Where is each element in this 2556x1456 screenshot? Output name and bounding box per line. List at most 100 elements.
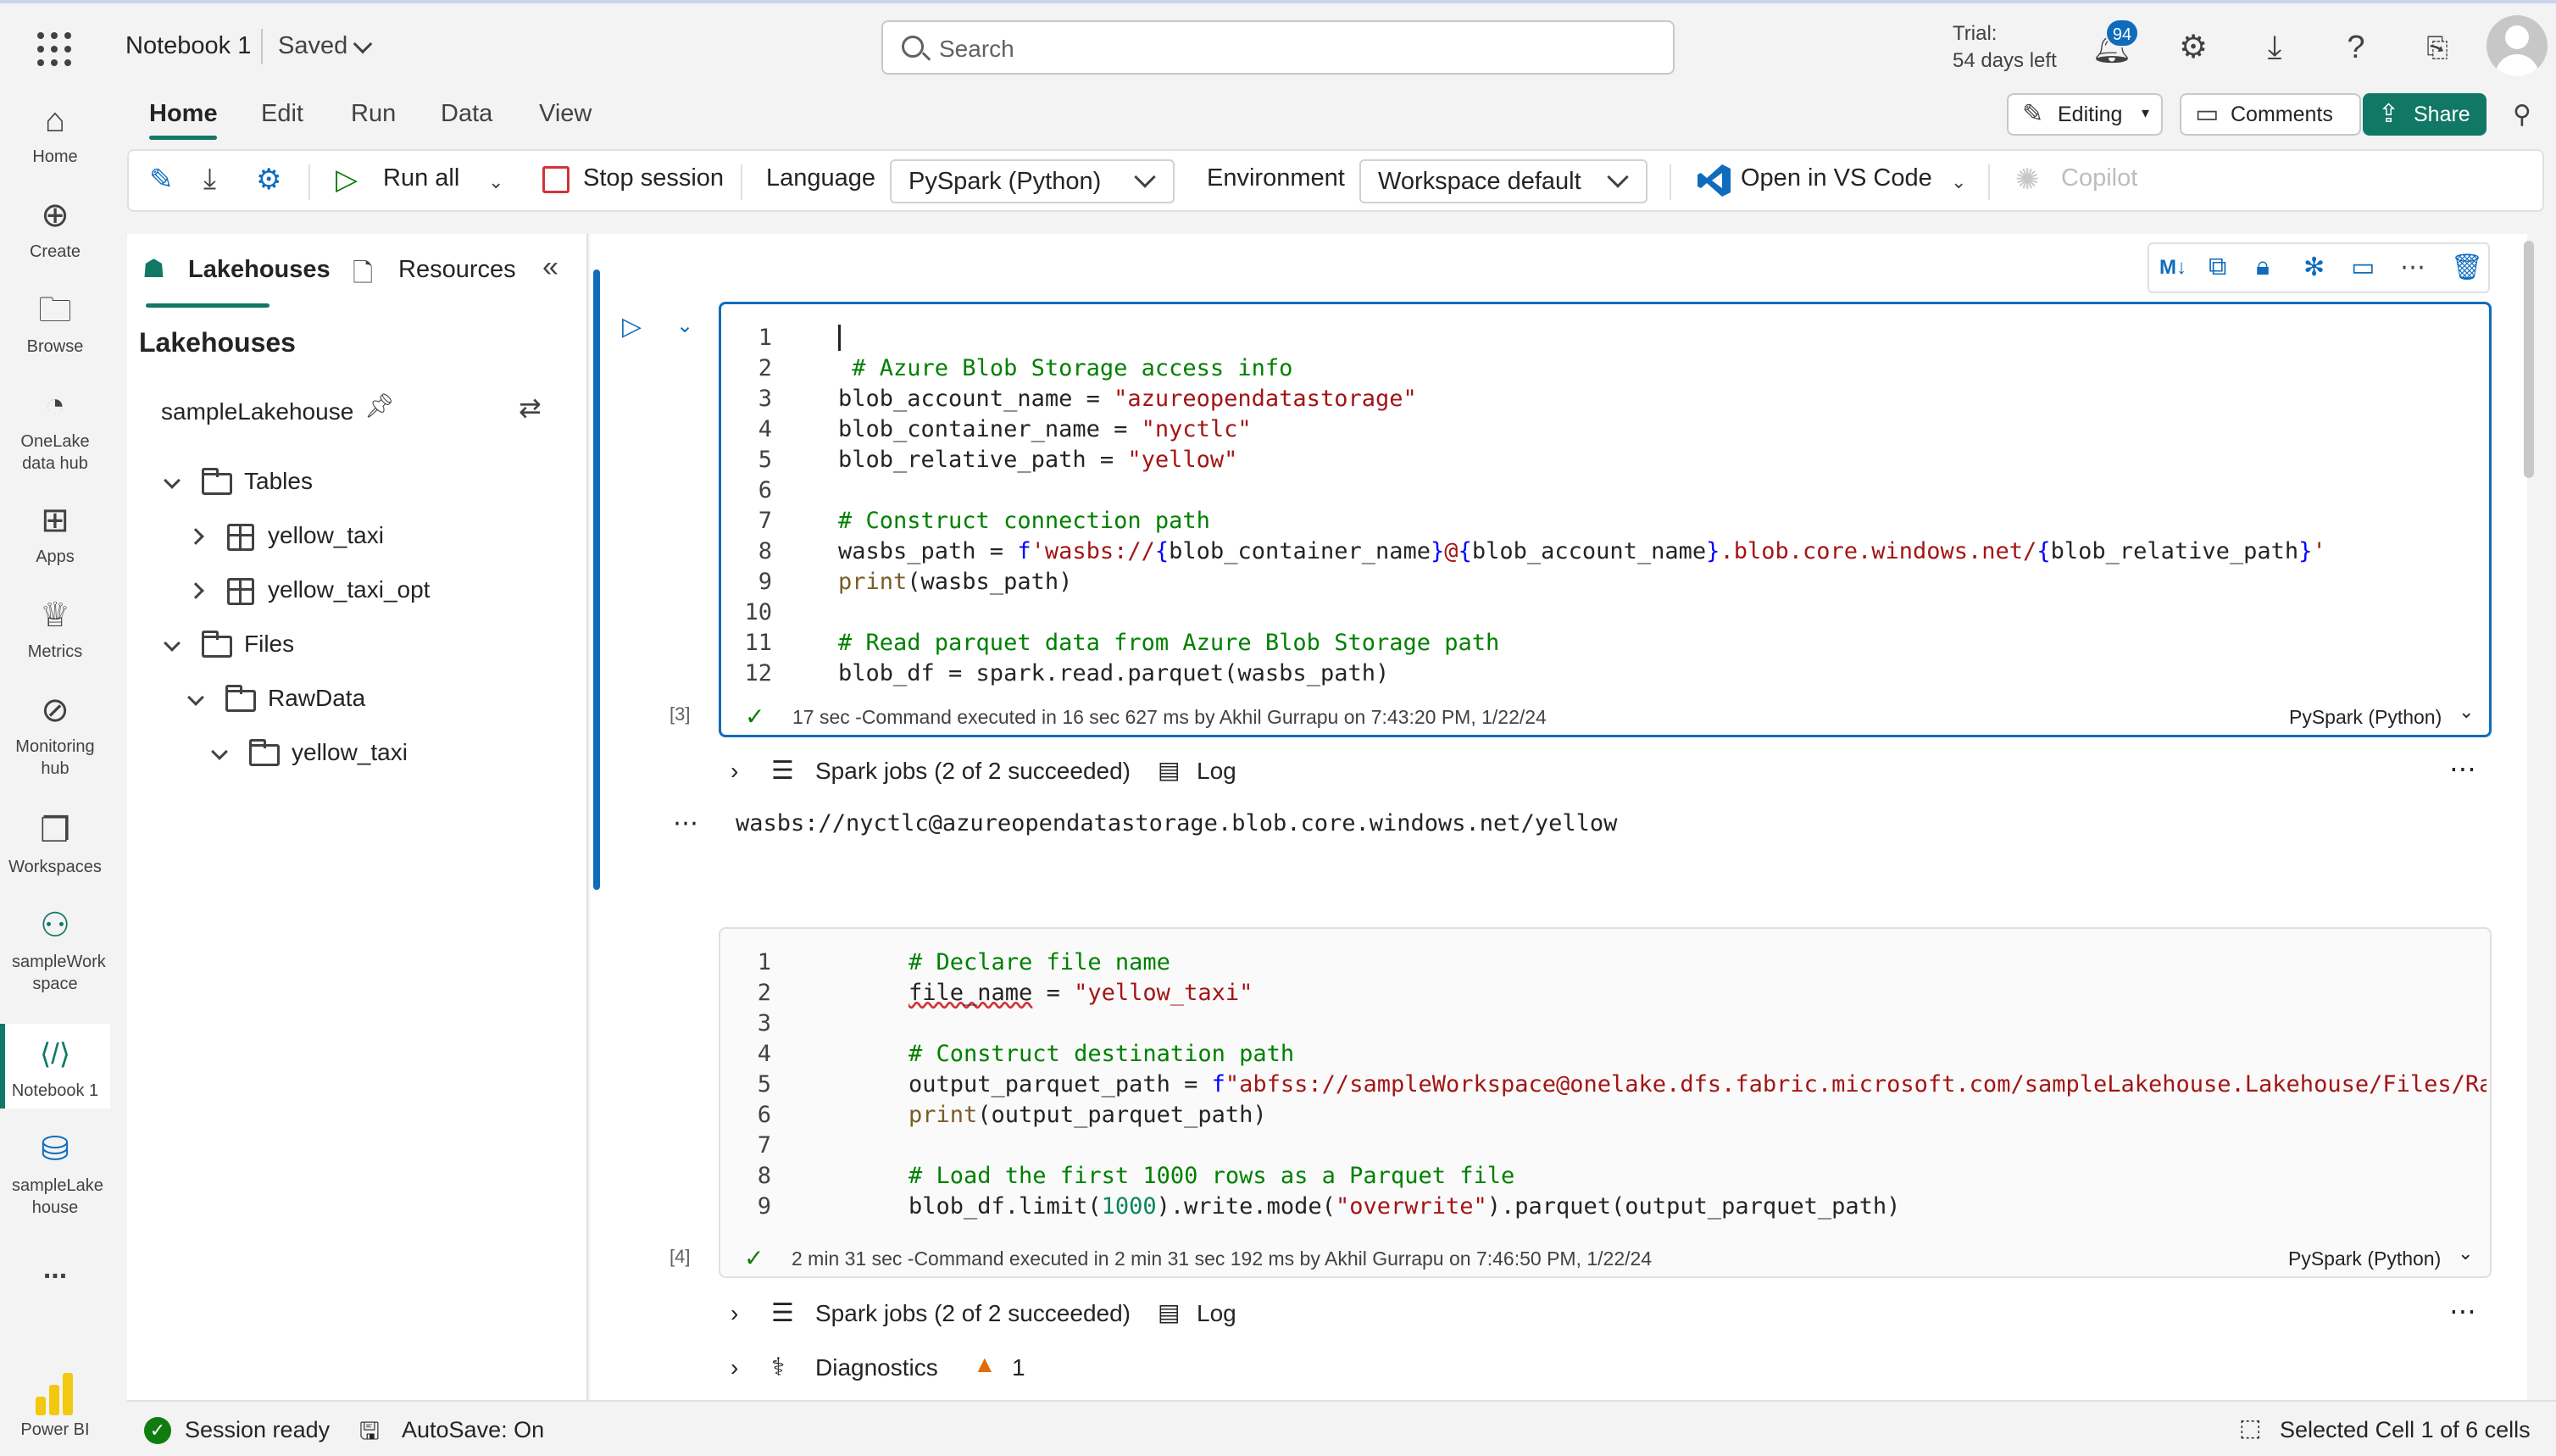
chevron-right-icon[interactable]: › bbox=[731, 1354, 738, 1381]
chevron-right-icon[interactable]: › bbox=[731, 1300, 738, 1327]
code-editor[interactable]: # Declare file name file_name = "yellow_… bbox=[908, 948, 2487, 1222]
stop-session-button[interactable]: Stop session bbox=[583, 164, 724, 192]
code-cell-1[interactable]: 1 2 3 4 5 6 7 8 9 10 11 12 # Azure Blob Storage acc… bbox=[719, 302, 2492, 737]
tab-run[interactable]: Run bbox=[351, 100, 396, 128]
nav-label: OneLake data hub bbox=[20, 432, 90, 473]
copilot-icon: ✺ bbox=[2015, 164, 2040, 196]
add-comment-icon[interactable]: ▭ bbox=[2351, 253, 2375, 282]
chevron-down-icon[interactable]: ⌄ bbox=[488, 171, 503, 193]
edit-cell-icon[interactable]: ⧉ bbox=[2209, 253, 2226, 281]
tree-files[interactable]: Files bbox=[244, 631, 294, 658]
freeze-icon[interactable]: ✻ bbox=[2303, 253, 2325, 282]
download-icon[interactable]: ⤓ bbox=[203, 163, 216, 196]
nav-browse[interactable]: 🗀︎ Browse bbox=[0, 290, 110, 358]
selected-cell-status: Selected Cell 1 of 6 cells bbox=[2280, 1417, 2531, 1442]
open-vscode-button[interactable]: Open in VS Code bbox=[1741, 164, 1932, 192]
help-icon[interactable]: ? bbox=[2336, 27, 2376, 68]
lakehouse-name[interactable]: sampleLakehouse bbox=[161, 398, 353, 425]
copilot-people-icon[interactable]: ⚲ bbox=[2505, 95, 2539, 136]
pin-icon[interactable]: 📌︎ bbox=[364, 392, 395, 420]
save-state[interactable]: Saved bbox=[278, 32, 347, 60]
avatar[interactable] bbox=[2487, 15, 2548, 76]
chevron-down-icon[interactable]: ⌄ bbox=[2459, 701, 2474, 723]
log-button[interactable]: Log bbox=[1197, 1300, 1236, 1327]
chevron-down-icon[interactable] bbox=[211, 743, 228, 760]
run-cell-icon[interactable]: ▷ bbox=[622, 312, 642, 342]
chevron-right-icon[interactable] bbox=[187, 582, 204, 599]
language-select[interactable]: PySpark (Python) bbox=[890, 159, 1175, 203]
swap-icon[interactable]: ⇄ bbox=[519, 392, 542, 424]
spark-jobs-toggle[interactable]: Spark jobs (2 of 2 succeeded) bbox=[815, 758, 1131, 785]
tree-yellow-taxi-folder[interactable]: yellow_taxi bbox=[292, 739, 408, 766]
app-launcher-icon[interactable] bbox=[37, 32, 71, 66]
delete-icon[interactable]: 🗑︎ bbox=[2451, 253, 2483, 282]
more-icon[interactable]: ⋯ bbox=[2449, 1295, 2476, 1327]
more-icon[interactable]: ⋯ bbox=[2400, 253, 2425, 282]
copilot-button[interactable]: Copilot bbox=[2061, 164, 2137, 192]
run-all-button[interactable]: Run all bbox=[383, 164, 459, 192]
nav-more[interactable]: ... bbox=[0, 1254, 110, 1283]
tab-view[interactable]: View bbox=[539, 100, 592, 128]
gear-icon[interactable]: ⚙ bbox=[256, 163, 281, 197]
download-icon[interactable]: ⤓ bbox=[2254, 27, 2295, 68]
spark-jobs-toggle[interactable]: Spark jobs (2 of 2 succeeded) bbox=[815, 1300, 1131, 1327]
log-button[interactable]: Log bbox=[1197, 758, 1236, 785]
autosave-status[interactable]: AutoSave: On bbox=[402, 1417, 544, 1443]
chevron-down-icon[interactable]: ⌄ bbox=[1951, 171, 1966, 193]
nav-apps[interactable]: ⊞ Apps bbox=[0, 500, 110, 568]
nav-sample-workspace[interactable]: ⚇ sampleWork space bbox=[0, 905, 110, 995]
notebook-title[interactable]: Notebook 1 bbox=[125, 32, 251, 60]
tab-home[interactable]: Home bbox=[149, 100, 218, 128]
comments-button[interactable]: ▭ Comments bbox=[2180, 93, 2361, 136]
log-icon: ▤ bbox=[1158, 1299, 1181, 1325]
play-icon[interactable]: ▷ bbox=[336, 163, 358, 197]
code-cell-2[interactable]: 123456789 # Declare file name file_name … bbox=[719, 927, 2492, 1278]
diagnostics-toggle[interactable]: Diagnostics bbox=[815, 1354, 938, 1381]
nav-workspaces[interactable]: ❐ Workspaces bbox=[0, 810, 110, 878]
nav-monitoring[interactable]: ⊘ Monitoring hub bbox=[0, 690, 110, 780]
tab-lakehouses[interactable]: Lakehouses bbox=[188, 256, 331, 284]
editing-button[interactable]: ✎ Editing ▾ bbox=[2007, 93, 2163, 136]
chevron-down-icon: ▾ bbox=[2141, 104, 2149, 121]
chevron-down-icon[interactable] bbox=[187, 689, 204, 706]
markdown-toggle-icon[interactable]: M↓ bbox=[2159, 256, 2186, 280]
environment-label: Environment bbox=[1207, 164, 1345, 192]
tab-edit[interactable]: Edit bbox=[261, 100, 303, 128]
chevron-right-icon[interactable] bbox=[187, 528, 204, 545]
gear-icon[interactable]: ⚙ bbox=[2173, 27, 2214, 68]
lock-icon[interactable]: 🔒︎ bbox=[2256, 253, 2270, 281]
nav-notebook[interactable]: ⟨/⟩ Notebook 1 bbox=[0, 1024, 110, 1109]
chevron-down-icon[interactable] bbox=[164, 635, 181, 652]
apps-icon: ⊞ bbox=[41, 502, 69, 539]
tab-resources[interactable]: Resources bbox=[398, 256, 516, 284]
lakehouse-icon: ☗ bbox=[142, 255, 165, 283]
chevron-down-icon[interactable] bbox=[164, 472, 181, 489]
nav-onelake[interactable]: ◔ OneLake data hub bbox=[0, 385, 110, 475]
environment-select[interactable]: Workspace default bbox=[1359, 159, 1648, 203]
cell-language[interactable]: PySpark (Python) bbox=[2288, 1248, 2441, 1270]
cell-language[interactable]: PySpark (Python) bbox=[2289, 706, 2442, 729]
collapse-cell-icon[interactable]: ⌄ bbox=[676, 314, 693, 338]
more-icon[interactable]: ⋯ bbox=[2449, 753, 2476, 785]
chevron-down-icon[interactable] bbox=[353, 34, 373, 54]
nav-metrics[interactable]: ♕ Metrics bbox=[0, 595, 110, 663]
search-input[interactable]: Search bbox=[881, 20, 1675, 75]
tree-table-yellow-taxi-opt[interactable]: yellow_taxi_opt bbox=[268, 576, 430, 603]
nav-create[interactable]: ⊕ Create bbox=[0, 195, 110, 263]
powerbi-icon[interactable] bbox=[36, 1373, 73, 1415]
tab-data[interactable]: Data bbox=[441, 100, 492, 128]
tree-tables[interactable]: Tables bbox=[244, 468, 313, 495]
notebook-settings-icon[interactable]: ✎ bbox=[149, 163, 174, 197]
output-more-icon[interactable]: ⋯ bbox=[673, 809, 698, 838]
nav-sample-lakehouse[interactable]: ⛁ sampleLake house bbox=[0, 1129, 110, 1219]
tree-table-yellow-taxi[interactable]: yellow_taxi bbox=[268, 522, 384, 549]
chevron-right-icon[interactable]: › bbox=[731, 758, 738, 785]
feedback-icon[interactable]: ⎘ bbox=[2417, 27, 2458, 68]
collapse-panel-icon[interactable]: « bbox=[542, 251, 558, 284]
code-editor[interactable]: # Azure Blob Storage access info blob_ac… bbox=[838, 323, 2326, 689]
tree-rawdata[interactable]: RawData bbox=[268, 685, 365, 712]
share-button[interactable]: ⇪ Share bbox=[2363, 93, 2487, 136]
chevron-down-icon[interactable]: ⌄ bbox=[2458, 1242, 2473, 1264]
scrollbar[interactable] bbox=[2524, 241, 2534, 478]
nav-home[interactable]: ⌂ Home bbox=[0, 100, 110, 168]
